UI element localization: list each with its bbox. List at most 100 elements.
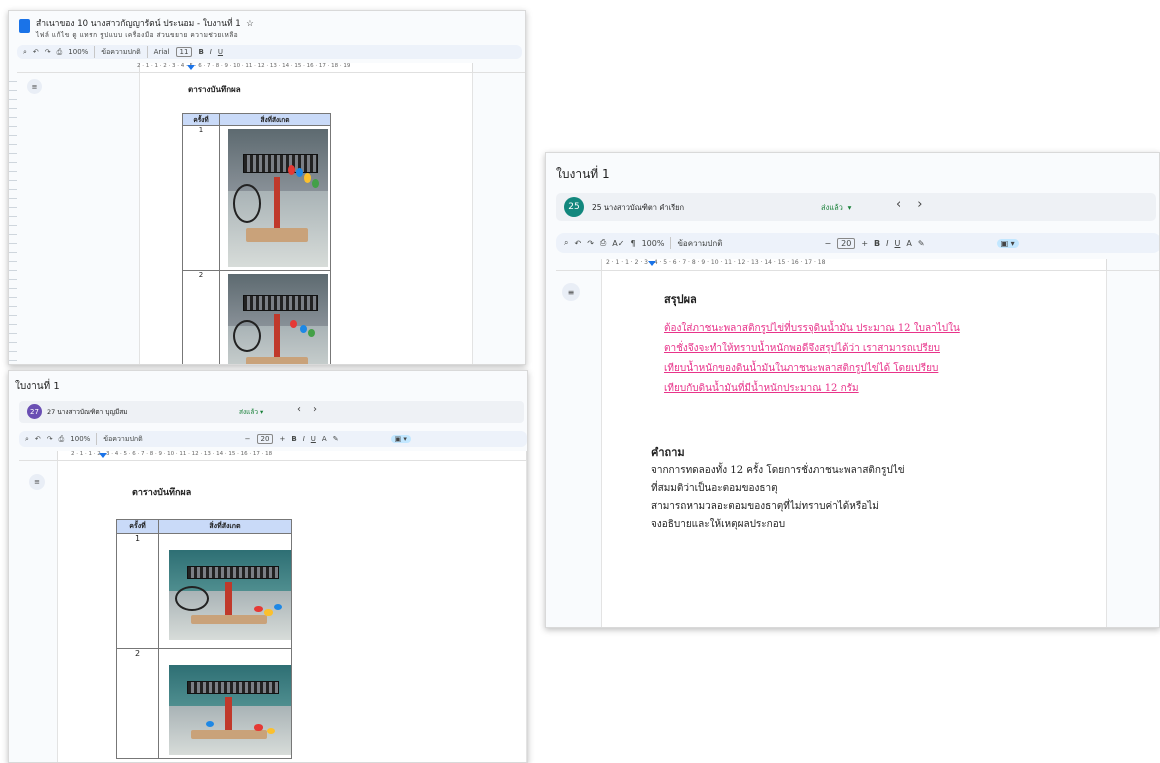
font-select[interactable]: Arial (154, 48, 170, 56)
document-page[interactable]: ตารางบันทึกผล ครั้งที่ สิ่งที่สังเกต 1 2 (139, 73, 473, 364)
text-color-icon[interactable]: A (906, 239, 911, 248)
italic-icon[interactable]: I (210, 48, 212, 56)
table-heading: ตารางบันทึกผล (132, 488, 192, 498)
experiment-photo (228, 129, 328, 267)
redo-icon[interactable]: ↷ (587, 239, 594, 248)
menu-bar[interactable]: ไฟล์ แก้ไข ดู แทรก รูปแบบ เครื่องมือ ส่ว… (36, 30, 238, 40)
underline-icon[interactable]: U (311, 435, 316, 443)
font-size-input[interactable]: 20 (256, 434, 274, 444)
undo-icon[interactable]: ↶ (33, 48, 39, 56)
observation-cell (158, 648, 292, 759)
italic-icon[interactable]: I (886, 239, 888, 248)
header-round: ครั้งที่ (116, 519, 159, 534)
summary-text: ต้องใส่ภาชนะพลาสติกรูปไข่ที่บรรจุดินน้ำม… (664, 319, 1044, 399)
highlight-icon[interactable]: ✎ (918, 239, 925, 248)
horizontal-ruler[interactable]: 2 · 1 · 1 · 2 · 3 · 4 · 5 · 6 · 7 · 8 · … (556, 259, 1159, 271)
zoom-select[interactable]: 100% (642, 239, 665, 248)
highlight-icon[interactable]: ✎ (333, 435, 339, 443)
image-options-icon[interactable]: ▣ ▾ (996, 238, 1019, 248)
star-icon[interactable]: ☆ (243, 19, 254, 29)
toolbar: ⌕ ↶ ↷ ⎙ A✓ ¶ 100% ข้อความปกติ − 20 + B I… (556, 233, 1159, 253)
style-select[interactable]: ข้อความปกติ (101, 47, 140, 58)
status-dropdown[interactable]: ส่งแล้ว ▾ (821, 202, 851, 214)
outline-icon[interactable]: ≡ (27, 79, 42, 94)
decrease-size-icon[interactable]: − (245, 435, 251, 443)
font-size-input[interactable]: 20 (837, 237, 856, 249)
indent-marker[interactable] (99, 453, 107, 458)
next-icon[interactable]: › (313, 404, 329, 415)
toolbar: ⌕ ↶ ↷ ⎙ 100% ข้อความปกติ Arial 11 B I U (17, 45, 522, 59)
indent-marker[interactable] (648, 261, 656, 266)
doc-window-student-27: ใบงานที่ 1 27 27 นางสาวบัณฑิตา บุญมีสม ส… (8, 370, 528, 763)
print-icon[interactable]: ⎙ (57, 48, 63, 57)
summary-line: ต้องใส่ภาชนะพลาสติกรูปไข่ที่บรรจุดินน้ำม… (664, 323, 960, 334)
question-line: จากการทดลองทั้ง 12 ครั้ง โดยการชั่งภาชนะ… (651, 465, 905, 476)
zoom-select[interactable]: 100% (68, 48, 88, 56)
redo-icon[interactable]: ↷ (47, 435, 53, 443)
doc-window-student-25: ใบงานที่ 1 25 25 นางสาวบัณฑิตา คำเรียก ส… (545, 152, 1160, 628)
question-line: จงอธิบายและให้เหตุผลประกอบ (651, 519, 786, 530)
avatar: 27 (27, 404, 42, 419)
divider (94, 46, 96, 58)
font-size-input[interactable]: 11 (175, 47, 193, 57)
text-color-icon[interactable]: A (322, 435, 327, 443)
divider (670, 237, 672, 249)
round-number: 1 (182, 125, 220, 271)
divider (96, 433, 98, 445)
experiment-photo (169, 550, 291, 640)
summary-line: ตาชั่งจึงจะทำให้ทราบน้ำหนักพอดีจึงสรุปได… (664, 343, 940, 354)
doc-window-copy: สำเนาของ 10 นางสาวกัญญารัตน์ ประนอม - ใบ… (8, 10, 526, 365)
search-icon[interactable]: ⌕ (25, 435, 29, 444)
doc-title[interactable]: สำเนาของ 10 นางสาวกัญญารัตน์ ประนอม - ใบ… (36, 16, 254, 30)
italic-icon[interactable]: I (303, 435, 305, 443)
undo-icon[interactable]: ↶ (35, 435, 41, 443)
outline-icon[interactable]: ≡ (29, 474, 45, 490)
table-heading: ตารางบันทึกผล (188, 85, 241, 94)
search-icon[interactable]: ⌕ (23, 48, 27, 57)
style-select[interactable]: ข้อความปกติ (103, 434, 142, 445)
outline-icon[interactable]: ≡ (562, 283, 580, 301)
print-icon[interactable]: ⎙ (59, 435, 65, 444)
horizontal-ruler[interactable]: 2 · 1 · 1 · 2 · 3 · 4 · 5 · 6 · 7 · 8 · … (19, 451, 527, 461)
print-icon[interactable]: ⎙ (600, 238, 606, 248)
observation-cell (219, 270, 331, 364)
student-nav: ‹› (896, 197, 938, 212)
style-select[interactable]: ข้อความปกติ (677, 237, 722, 250)
redo-icon[interactable]: ↷ (45, 48, 51, 56)
prev-icon[interactable]: ‹ (896, 197, 917, 212)
document-page[interactable]: ตารางบันทึกผล ครั้งที่ สิ่งที่สังเกต 1 2 (57, 461, 527, 762)
prev-icon[interactable]: ‹ (297, 404, 313, 415)
student-bar: 25 25 นางสาวบัณฑิตา คำเรียก ส่งแล้ว ▾ ‹› (556, 193, 1156, 221)
increase-size-icon[interactable]: + (279, 435, 285, 443)
student-name: 25 นางสาวบัณฑิตา คำเรียก (592, 203, 685, 212)
round-number: 1 (116, 533, 159, 649)
toolbar: ⌕ ↶ ↷ ⎙ 100% ข้อความปกติ − 20 + B I U A … (19, 431, 527, 447)
search-icon[interactable]: ⌕ (564, 238, 568, 248)
decrease-size-icon[interactable]: − (824, 239, 831, 248)
bold-icon[interactable]: B (198, 48, 203, 56)
horizontal-ruler[interactable]: 2 · 1 · 1 · 2 · 3 · 4 · 5 · 6 · 7 · 8 · … (17, 63, 525, 73)
chevron-down-icon: ▾ (260, 408, 264, 416)
question-text: จากการทดลองทั้ง 12 ครั้ง โดยการชั่งภาชนะ… (651, 462, 1071, 534)
record-table: ครั้งที่ สิ่งที่สังเกต 1 2 (116, 519, 292, 759)
increase-size-icon[interactable]: + (861, 239, 868, 248)
paint-format-icon[interactable]: ¶ (630, 239, 635, 248)
observation-cell (219, 125, 331, 271)
zoom-select[interactable]: 100% (70, 435, 90, 443)
vertical-ruler[interactable] (9, 73, 17, 364)
underline-icon[interactable]: U (218, 48, 223, 56)
student-bar: 27 27 นางสาวบัณฑิตา บุญมีสม ส่งแล้ว ▾ ‹› (19, 401, 524, 423)
image-options-icon[interactable]: ▣ ▾ (390, 435, 411, 443)
indent-marker[interactable] (187, 65, 195, 70)
undo-icon[interactable]: ↶ (574, 239, 581, 248)
bold-icon[interactable]: B (874, 239, 880, 248)
header-round: ครั้งที่ (182, 113, 220, 126)
underline-icon[interactable]: U (895, 239, 901, 248)
question-line: ที่สมมติว่าเป็นอะตอมของธาตุ (651, 483, 778, 494)
next-icon[interactable]: › (917, 197, 938, 212)
bold-icon[interactable]: B (291, 435, 296, 443)
experiment-photo (169, 665, 291, 755)
status-dropdown[interactable]: ส่งแล้ว ▾ (239, 407, 263, 417)
header-observation: สิ่งที่สังเกต (219, 113, 331, 126)
spellcheck-icon[interactable]: A✓ (612, 239, 624, 248)
